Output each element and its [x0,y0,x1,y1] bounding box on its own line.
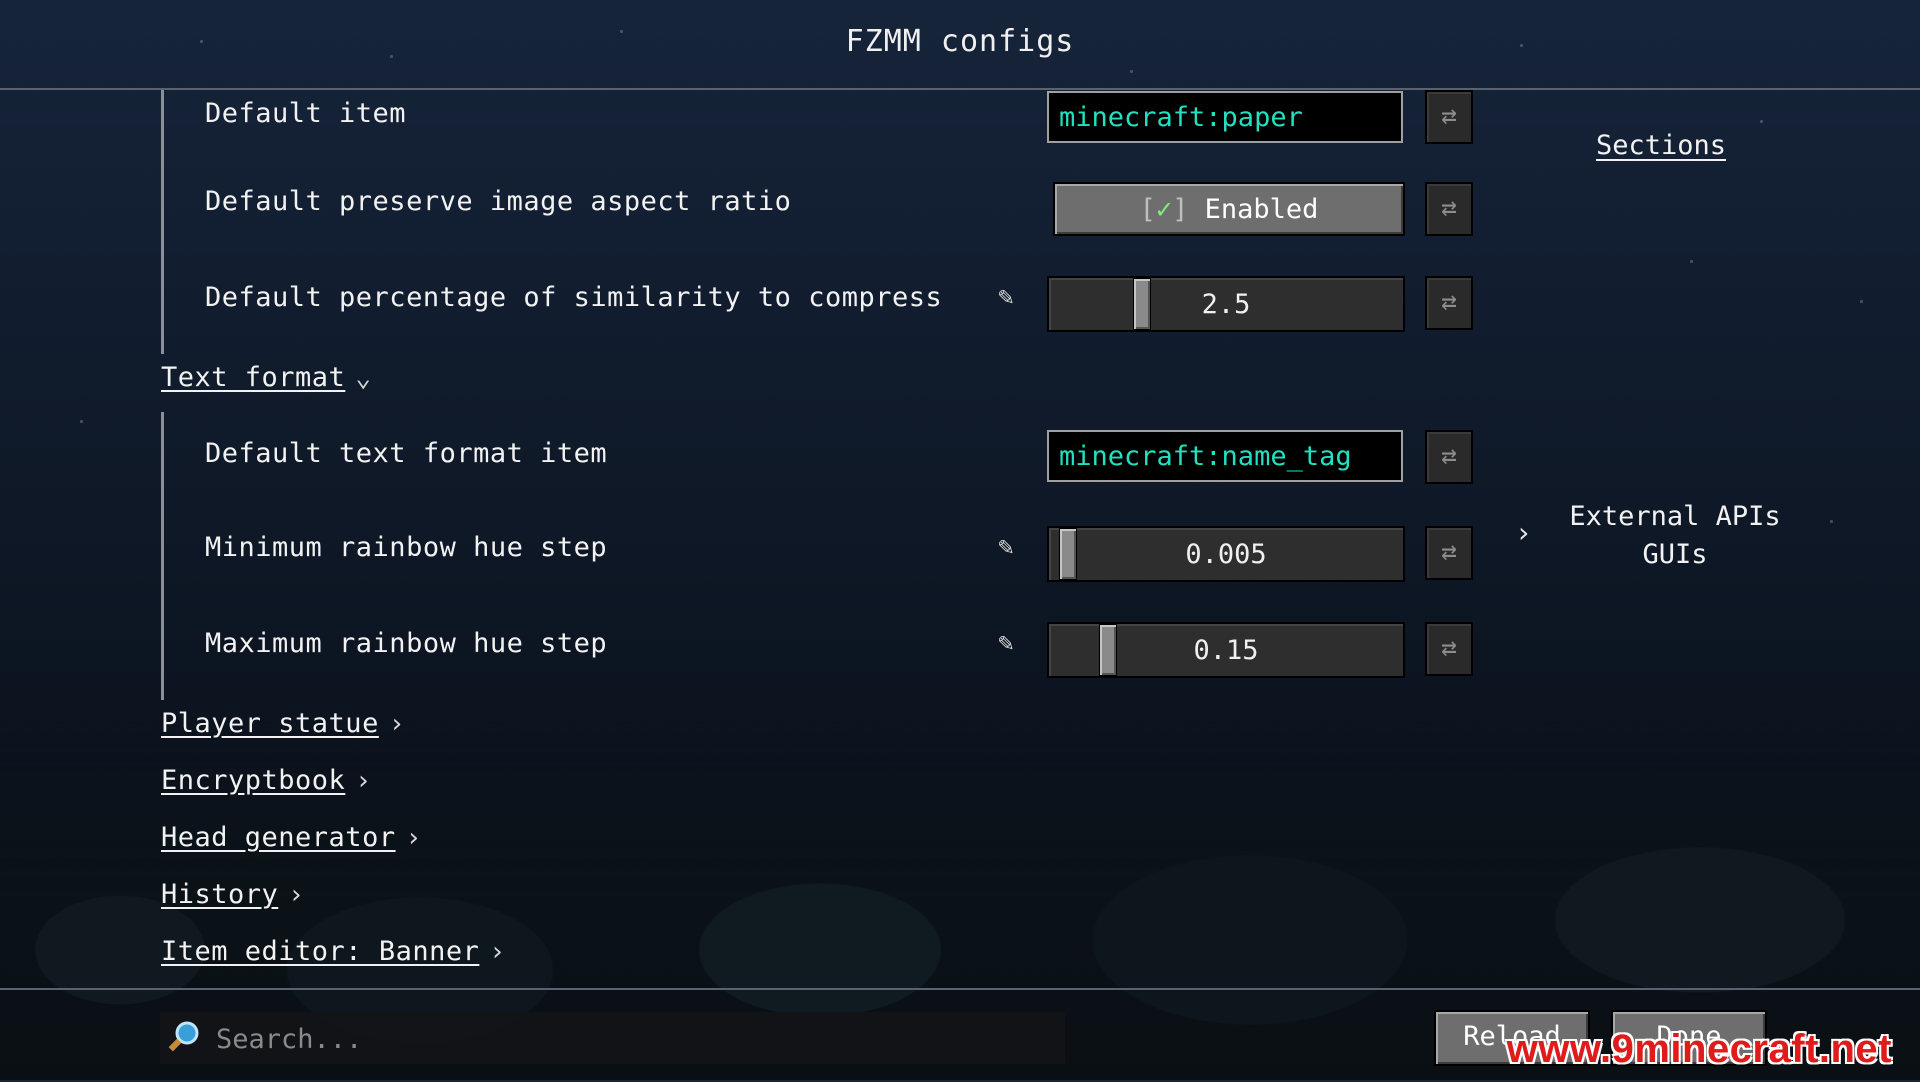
toggle-value: Enabled [1204,194,1319,225]
chevron-right-icon: › [489,937,506,967]
setting-label: Default item [205,98,407,129]
pencil-icon[interactable]: ✎ [998,282,1014,312]
setting-label: Default percentage of similarity to comp… [205,282,943,313]
max-hue-slider[interactable]: 0.15 [1047,622,1405,678]
reset-arrows-icon: ⇄ [1441,633,1457,663]
reset-button[interactable]: ⇄ [1425,622,1473,676]
section-label: Item editor: Banner [161,936,480,967]
sidebar-item-label-line: External APIs [1569,501,1781,532]
search-input[interactable] [214,1018,1038,1060]
reset-arrows-icon: ⇄ [1441,537,1457,567]
reset-button[interactable]: ⇄ [1425,430,1473,484]
setting-row-similarity: Default percentage of similarity to comp… [0,276,1500,356]
section-player-statue[interactable]: Player statue › [161,708,405,739]
slider-value: 2.5 [1201,289,1251,320]
section-label: Encryptbook [161,765,346,796]
reset-arrows-icon: ⇄ [1441,441,1457,471]
sidebar-title: Sections [1596,130,1727,161]
slider-value: 0.15 [1193,635,1259,666]
reset-button[interactable]: ⇄ [1425,182,1473,236]
reset-button[interactable]: ⇄ [1425,526,1473,580]
input-value: minecraft:name_tag [1059,441,1352,472]
sidebar-item-label: External APIs GUIs [1545,498,1805,574]
chevron-right-icon: › [288,880,305,910]
default-item-input[interactable]: minecraft:paper [1047,91,1403,143]
header: FZMM configs [0,0,1920,90]
preserve-aspect-toggle[interactable]: [✓] Enabled [1053,182,1405,236]
setting-row-default-item: Default item minecraft:paper ⇄ [0,90,1500,170]
section-label: Head generator [161,822,396,853]
section-text-format[interactable]: Text format ⌄ [161,362,371,393]
reset-button[interactable]: ⇄ [1425,276,1473,330]
reset-button[interactable]: ⇄ [1425,90,1473,144]
chevron-right-icon: › [355,766,372,796]
chevron-down-icon: ⌄ [355,363,372,393]
magnifier-icon [168,1021,199,1052]
section-label: Text format [161,362,346,393]
section-item-editor-banner[interactable]: Item editor: Banner › [161,936,506,967]
slider-value: 0.005 [1185,539,1267,570]
search-bar[interactable] [160,1012,1065,1064]
section-history[interactable]: History › [161,879,304,910]
setting-row-max-hue: Maximum rainbow hue step ✎ 0.15 ⇄ [0,622,1500,702]
input-value: minecraft:paper [1059,102,1303,133]
setting-row-min-hue: Minimum rainbow hue step ✎ 0.005 ⇄ [0,526,1500,606]
watermark: www.9minecraft.net [1506,1027,1892,1071]
setting-row-default-text-item: Default text format item minecraft:name_… [0,430,1500,510]
page-title: FZMM configs [845,24,1075,59]
similarity-slider[interactable]: 2.5 [1047,276,1405,332]
checkbox-bracket: ] [1172,194,1189,225]
sidebar-item-label-line: GUIs [1642,539,1708,570]
chevron-right-icon: › [1515,516,1532,549]
chevron-right-icon: › [388,709,405,739]
section-head-generator[interactable]: Head generator › [161,822,422,853]
reset-arrows-icon: ⇄ [1441,287,1457,317]
reset-arrows-icon: ⇄ [1441,101,1457,131]
pencil-icon[interactable]: ✎ [998,532,1014,562]
setting-label: Default text format item [205,438,608,469]
checkmark-icon: ✓ [1155,194,1173,225]
reset-arrows-icon: ⇄ [1441,193,1457,223]
checkbox-bracket: [ [1139,194,1156,225]
config-list[interactable]: Default item minecraft:paper ⇄ Default p… [0,90,1920,986]
section-label: History [161,879,279,910]
default-text-item-input[interactable]: minecraft:name_tag [1047,430,1403,482]
min-hue-slider[interactable]: 0.005 [1047,526,1405,582]
pencil-icon[interactable]: ✎ [998,628,1014,658]
setting-label: Default preserve image aspect ratio [205,186,792,217]
chevron-right-icon: › [405,823,422,853]
setting-label: Minimum rainbow hue step [205,532,608,563]
section-encryptbook[interactable]: Encryptbook › [161,765,371,796]
setting-row-preserve-aspect: Default preserve image aspect ratio [✓] … [0,182,1500,262]
setting-label: Maximum rainbow hue step [205,628,608,659]
section-label: Player statue [161,708,379,739]
